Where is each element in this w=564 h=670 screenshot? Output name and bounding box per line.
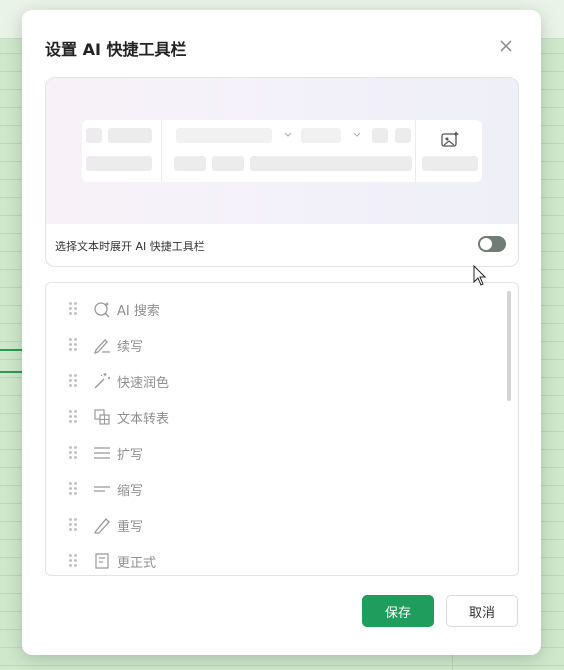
expand-lines-icon	[93, 444, 111, 462]
mouse-cursor-icon	[473, 265, 487, 286]
drag-handle-icon[interactable]	[69, 374, 79, 388]
toolbar-preview: 选择文本时展开 AI 快捷工具栏	[45, 77, 519, 267]
pen-icon	[93, 336, 111, 355]
item-label: 续写	[117, 339, 144, 355]
drag-handle-icon[interactable]	[69, 410, 79, 424]
save-button[interactable]: 保存	[362, 595, 434, 627]
list-item[interactable]: 续写	[46, 327, 496, 363]
item-label: 扩写	[117, 447, 144, 463]
search-sparkle-icon	[93, 300, 111, 318]
drag-handle-icon[interactable]	[69, 554, 79, 568]
drag-handle-icon[interactable]	[69, 302, 79, 316]
list-item[interactable]: 缩写	[46, 471, 496, 507]
drag-handle-icon[interactable]	[69, 518, 79, 532]
item-label: 更正式	[117, 555, 157, 571]
list-item[interactable]: 更正式	[46, 543, 496, 575]
list-item[interactable]: 快速润色	[46, 363, 496, 399]
list-item[interactable]: AI 搜索	[46, 291, 496, 327]
list-scrollbar[interactable]	[507, 291, 511, 401]
selected-cell-border	[0, 371, 22, 373]
close-icon[interactable]	[496, 36, 516, 56]
item-label: AI 搜索	[117, 303, 160, 319]
item-label: 文本转表	[117, 411, 170, 427]
text-to-table-icon	[93, 408, 111, 426]
item-label: 重写	[117, 519, 144, 535]
list-item[interactable]: 重写	[46, 507, 496, 543]
list-item[interactable]: 扩写	[46, 435, 496, 471]
drag-handle-icon[interactable]	[69, 482, 79, 496]
list-item[interactable]: 文本转表	[46, 399, 496, 435]
toolbar-mockup	[82, 120, 482, 182]
toolbar-items-list[interactable]: AI 搜索 续写 快速润色 文本转表 扩写 缩写 重写 更正式	[45, 282, 519, 576]
image-sparkle-icon	[440, 130, 460, 152]
magic-wand-icon	[93, 372, 111, 390]
pencil-icon	[93, 516, 111, 534]
drag-handle-icon[interactable]	[69, 338, 79, 352]
toggle-label: 选择文本时展开 AI 快捷工具栏	[55, 240, 205, 253]
shrink-lines-icon	[93, 480, 111, 498]
preview-area	[46, 78, 518, 224]
item-label: 缩写	[117, 483, 144, 499]
dialog-title: 设置 AI 快捷工具栏	[45, 40, 187, 59]
document-icon	[93, 552, 111, 570]
drag-handle-icon[interactable]	[69, 446, 79, 460]
ai-toolbar-settings-dialog: 设置 AI 快捷工具栏 选择文本时展开 AI 快捷工具栏 AI 搜索 续写 快速…	[22, 10, 541, 655]
selected-cell-border	[0, 349, 22, 351]
cancel-button[interactable]: 取消	[446, 595, 518, 627]
expand-toolbar-toggle[interactable]	[478, 236, 506, 252]
item-label: 快速润色	[117, 375, 170, 391]
